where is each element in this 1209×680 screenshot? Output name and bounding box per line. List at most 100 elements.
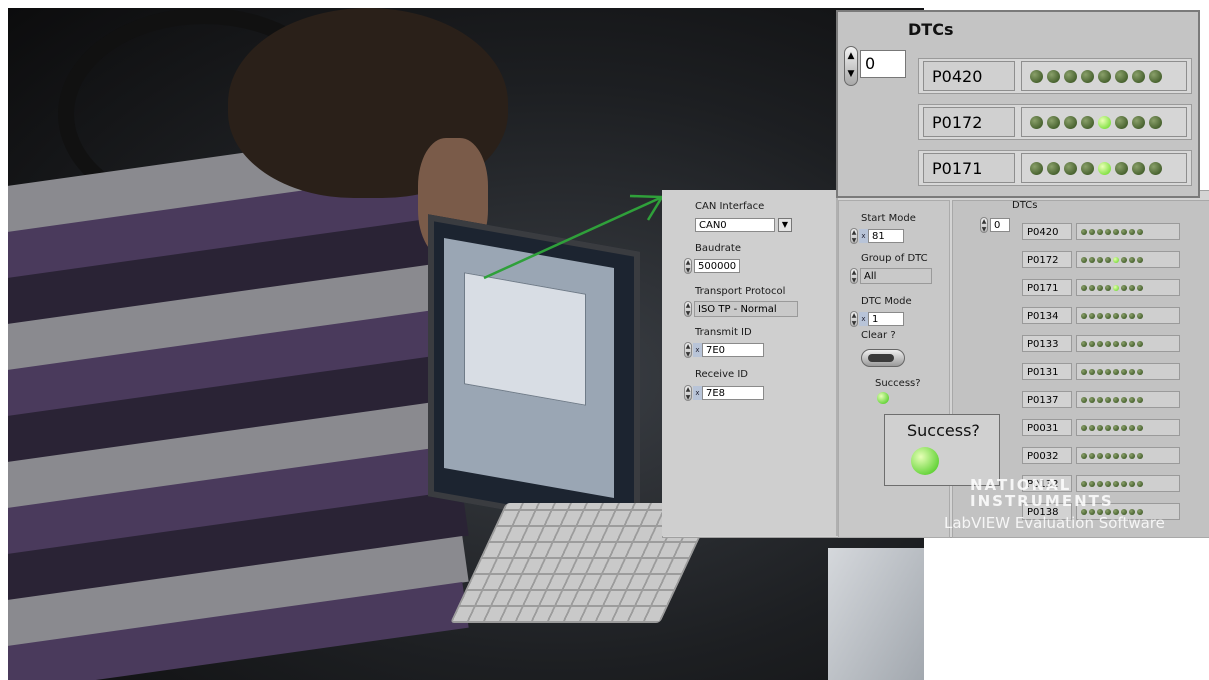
- led-indicator-icon: [1113, 256, 1119, 263]
- led-indicator-icon: [1149, 69, 1162, 83]
- led-indicator-icon: [1047, 115, 1060, 129]
- led-indicator-icon: [1081, 396, 1087, 403]
- watermark-line2: INSTRUMENTS: [970, 492, 1114, 510]
- transport-protocol-label: Transport Protocol: [695, 286, 786, 297]
- zoom-dtcs-title: DTCs: [908, 20, 954, 39]
- transport-protocol-ring[interactable]: ISO TP - Normal: [694, 301, 798, 317]
- led-indicator-icon: [1129, 424, 1135, 431]
- spinner-arrows-icon[interactable]: ▲ ▼: [684, 258, 692, 274]
- spinner-arrows-icon[interactable]: ▲ ▼: [684, 385, 692, 401]
- led-indicator-icon: [1121, 284, 1127, 291]
- led-indicator-icon: [1081, 312, 1087, 319]
- zoom-dtc-code: P0171: [923, 153, 1015, 183]
- success-label: Success?: [875, 378, 921, 389]
- led-indicator-icon: [1115, 115, 1128, 129]
- green-arrow-icon: [483, 194, 665, 280]
- led-indicator-icon: [1129, 284, 1135, 291]
- spinner-arrows-icon[interactable]: ▲ ▼: [850, 228, 858, 244]
- led-indicator-icon: [1137, 424, 1143, 431]
- led-indicator-icon: [1089, 256, 1095, 263]
- dtc-status-leds: [1076, 251, 1180, 268]
- dtc-row: P0131: [1018, 362, 1182, 381]
- dtc-status-leds: [1076, 223, 1180, 240]
- clear-toggle-button[interactable]: [861, 349, 905, 367]
- zoom-dtc-status-leds: [1021, 107, 1187, 137]
- spinner-arrows-icon[interactable]: ▲ ▼: [850, 268, 858, 284]
- led-indicator-icon: [1089, 284, 1095, 291]
- led-indicator-icon: [1121, 396, 1127, 403]
- dtc-code: P0172: [1022, 251, 1072, 268]
- led-indicator-icon: [1137, 256, 1143, 263]
- zoom-dtc-code: P0420: [923, 61, 1015, 91]
- led-indicator-icon: [1137, 284, 1143, 291]
- led-indicator-icon: [1030, 115, 1043, 129]
- spinner-arrows-icon[interactable]: ▲ ▼: [850, 311, 858, 327]
- dtc-row: P0172: [1018, 250, 1182, 269]
- led-indicator-icon: [1089, 228, 1095, 235]
- led-indicator-icon: [1137, 452, 1143, 459]
- receive-id-label: Receive ID: [695, 369, 748, 380]
- dropdown-arrow-icon[interactable]: ▼: [778, 218, 792, 232]
- dtc-status-leds: [1076, 307, 1180, 324]
- led-indicator-icon: [1121, 228, 1127, 235]
- led-indicator-icon: [1089, 452, 1095, 459]
- led-indicator-icon: [1121, 424, 1127, 431]
- can-interface-select[interactable]: CAN0: [695, 218, 775, 232]
- spinner-arrows-icon[interactable]: ▲ ▼: [684, 342, 692, 358]
- group-of-dtc-ring[interactable]: All: [860, 268, 932, 284]
- led-indicator-icon: [1113, 452, 1119, 459]
- start-mode-label: Start Mode: [861, 213, 916, 224]
- led-indicator-icon: [1105, 368, 1111, 375]
- hex-radix-icon: x: [859, 312, 868, 326]
- led-indicator-icon: [1047, 69, 1060, 83]
- led-indicator-icon: [1137, 312, 1143, 319]
- led-indicator-icon: [1064, 115, 1077, 129]
- dtc-array-index[interactable]: 0: [990, 218, 1010, 232]
- led-indicator-icon: [1105, 312, 1111, 319]
- led-indicator-icon: [1121, 312, 1127, 319]
- led-indicator-icon: [1137, 368, 1143, 375]
- led-indicator-icon: [1097, 284, 1103, 291]
- dtc-row: P0031: [1018, 418, 1182, 437]
- led-indicator-icon: [1105, 284, 1111, 291]
- dtc-status-leds: [1076, 335, 1180, 352]
- hex-radix-icon: x: [693, 343, 702, 357]
- led-indicator-icon: [1098, 115, 1111, 129]
- transmit-id-input[interactable]: 7E0: [702, 343, 764, 357]
- spinner-arrows-icon[interactable]: ▲ ▼: [980, 217, 988, 233]
- led-indicator-icon: [1121, 256, 1127, 263]
- dtc-row: P0171: [1018, 278, 1182, 297]
- led-indicator-icon: [1097, 312, 1103, 319]
- car-door: [828, 548, 924, 680]
- dtc-status-leds: [1076, 363, 1180, 380]
- led-indicator-icon: [1097, 396, 1103, 403]
- zoom-dtc-index[interactable]: 0: [860, 50, 906, 78]
- led-indicator-icon: [1113, 396, 1119, 403]
- led-indicator-icon: [1098, 69, 1111, 83]
- dtc-mode-input[interactable]: 1: [868, 312, 904, 326]
- dtc-code: P0420: [1022, 223, 1072, 240]
- dtc-status-leds: [1076, 419, 1180, 436]
- led-indicator-icon: [1137, 340, 1143, 347]
- led-indicator-icon: [1097, 424, 1103, 431]
- led-indicator-icon: [1132, 69, 1145, 83]
- led-indicator-icon: [1113, 284, 1119, 291]
- dtc-code: P0133: [1022, 335, 1072, 352]
- start-mode-input[interactable]: 81: [868, 229, 904, 243]
- led-indicator-icon: [1097, 228, 1103, 235]
- can-interface-label: CAN Interface: [695, 201, 765, 212]
- led-indicator-icon: [1113, 424, 1119, 431]
- led-indicator-icon: [1081, 69, 1094, 83]
- receive-id-input[interactable]: 7E8: [702, 386, 764, 400]
- led-indicator-icon: [1105, 256, 1111, 263]
- dtcs-title: DTCs: [1012, 200, 1038, 211]
- zoom-dtc-status-leds: [1021, 153, 1187, 183]
- led-indicator-icon: [1081, 340, 1087, 347]
- dtc-row: P0133: [1018, 334, 1182, 353]
- led-indicator-icon: [1105, 424, 1111, 431]
- baudrate-input[interactable]: 500000: [694, 259, 740, 273]
- spinner-arrows-icon[interactable]: ▲ ▼: [844, 46, 858, 86]
- dtc-mode-label: DTC Mode: [861, 296, 912, 307]
- led-indicator-icon: [1097, 256, 1103, 263]
- spinner-arrows-icon[interactable]: ▲ ▼: [684, 301, 692, 317]
